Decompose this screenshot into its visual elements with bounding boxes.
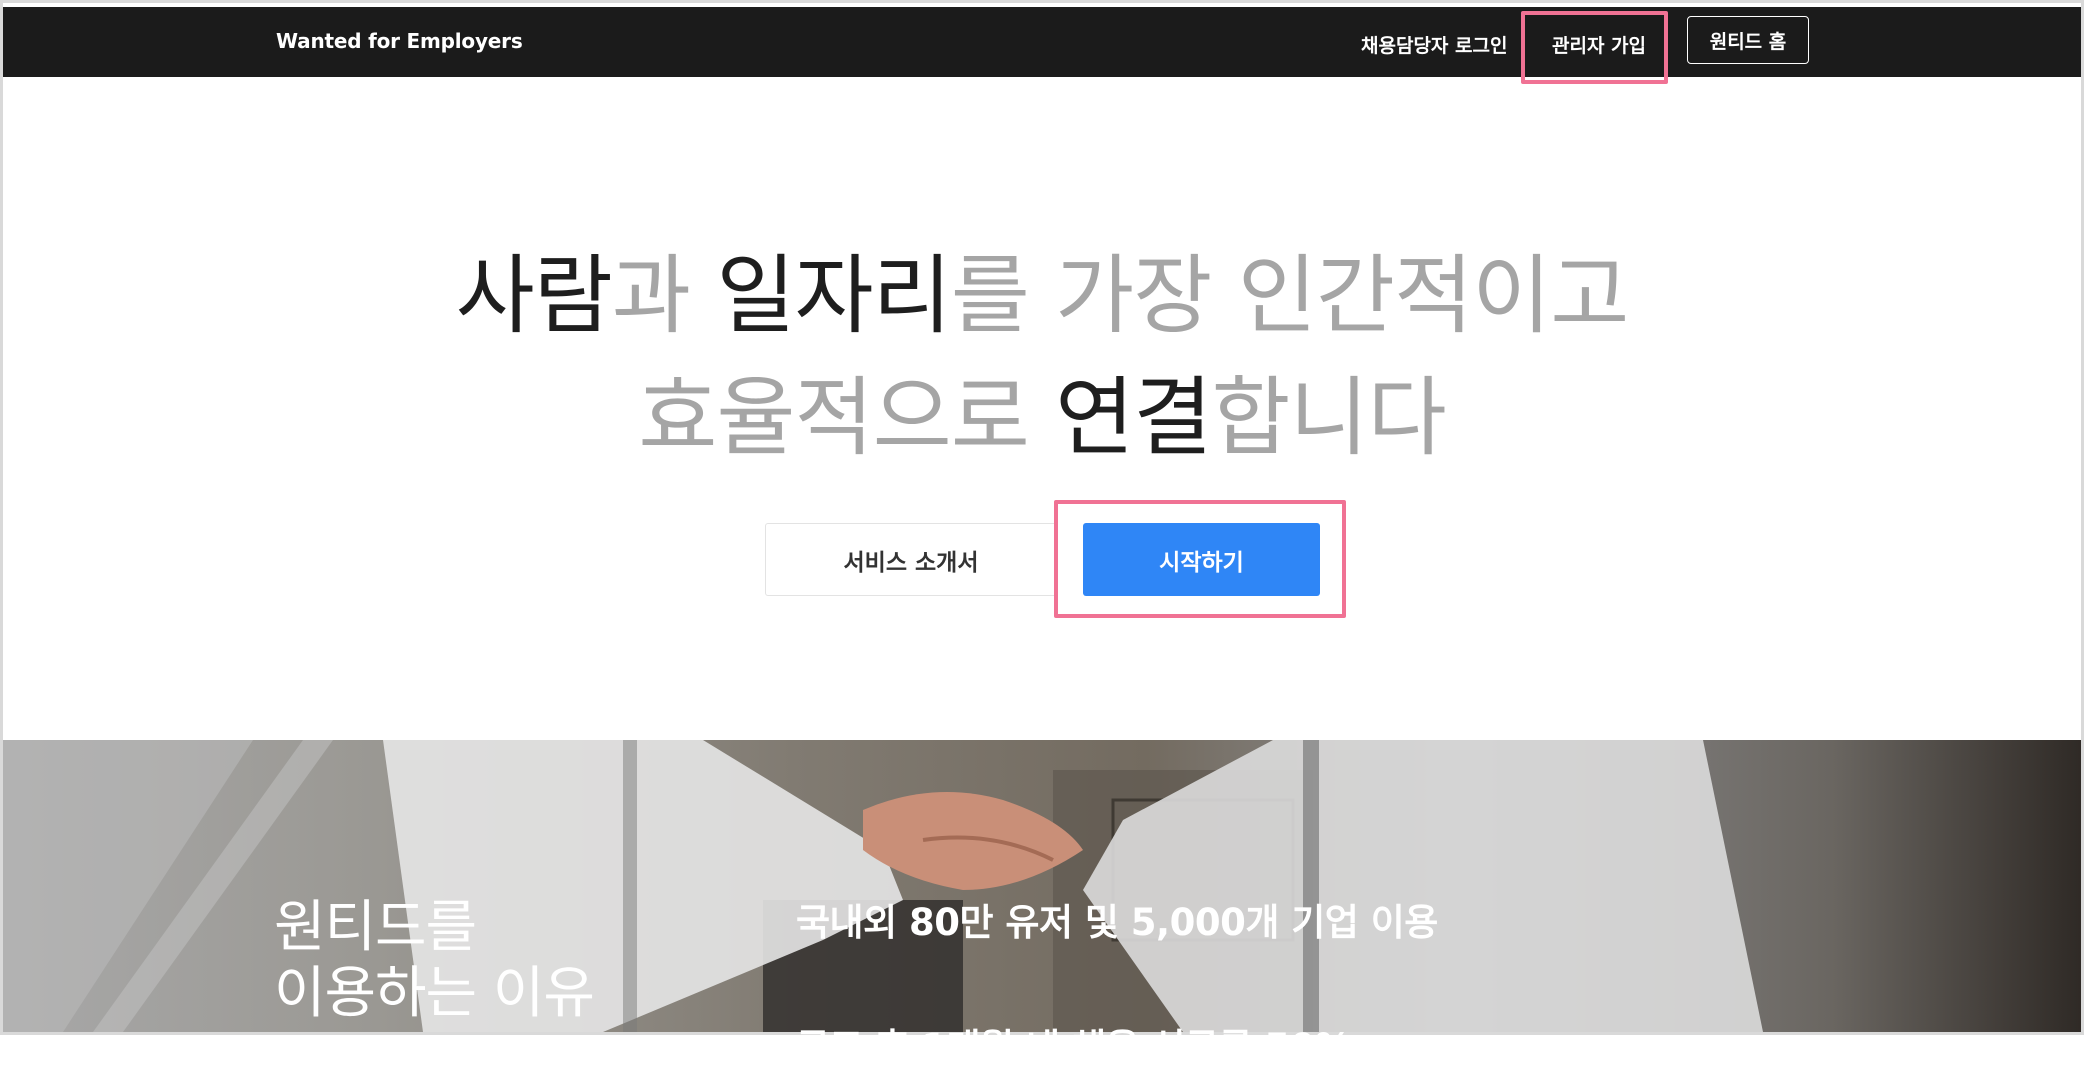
why-wanted-title: 원티드를 이용하는 이유 bbox=[274, 895, 595, 1027]
hero-headline-line1: 사람과 일자리를 가장 인간적이고 bbox=[0, 225, 2084, 350]
why-title-line2: 이용하는 이유 bbox=[274, 961, 595, 1026]
hero-word: 사람 bbox=[455, 246, 613, 346]
why-title-line1: 원티드를 bbox=[274, 895, 477, 960]
hero-headline-line2: 효율적으로 연결합니다 bbox=[0, 347, 2084, 472]
service-intro-button[interactable]: 서비스 소개서 bbox=[765, 523, 1057, 596]
hero-word: 과 bbox=[611, 246, 717, 346]
brand-logo[interactable]: Wanted for Employers bbox=[276, 29, 523, 53]
recruiter-login-link[interactable]: 채용담당자 로그인 bbox=[1361, 31, 1507, 58]
stat-hiring-rate: 공고 후 1개월 내 채용 성공률 50% bbox=[796, 1026, 1352, 1069]
hero-word: 일자리 bbox=[716, 246, 951, 346]
wanted-home-button[interactable]: 원티드 홈 bbox=[1687, 16, 1809, 64]
hero-word: 효율적으로 bbox=[638, 368, 1056, 468]
top-navbar: Wanted for Employers 채용담당자 로그인 관리자 가입 원티… bbox=[3, 7, 2081, 77]
start-highlight-box bbox=[1054, 500, 1346, 618]
hero-word: 합니다 bbox=[1211, 368, 1446, 468]
hero-word: 연결 bbox=[1055, 368, 1212, 468]
hero-word: 를 가장 인간적이고 bbox=[950, 246, 1630, 346]
signup-highlight-box bbox=[1521, 11, 1668, 84]
stat-users-companies: 국내외 80만 유저 및 5,000개 기업 이용 bbox=[796, 901, 1438, 944]
